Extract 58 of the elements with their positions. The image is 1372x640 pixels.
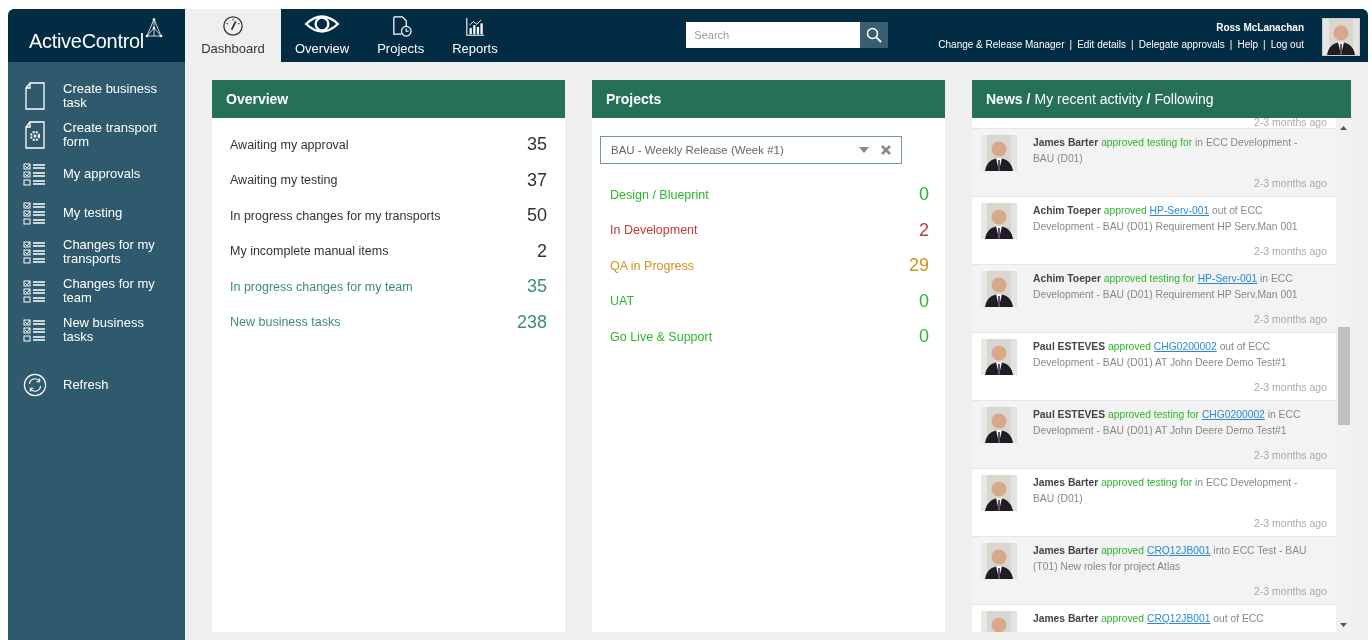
user-link[interactable]: Delegate approvals <box>1138 38 1225 50</box>
separator-text: | <box>1069 38 1073 50</box>
user-role: Change & Release Manager <box>938 38 1065 50</box>
overview-row[interactable]: New business tasks 238 <box>230 304 547 340</box>
news-time: 2-3 months ago <box>1254 312 1327 327</box>
news-time: 2-3 months ago <box>1254 448 1327 463</box>
sidebar-item[interactable]: New business tasks <box>8 310 185 349</box>
nav-tab[interactable]: Projects <box>363 9 439 62</box>
news-link[interactable]: HP-Serv-001 <box>1149 205 1210 216</box>
sidebar-item[interactable]: My approvals <box>8 154 185 193</box>
separator-text: | <box>1229 38 1233 50</box>
news-link[interactable]: CHG0200002 <box>1153 341 1217 352</box>
user-name: Ross McLanachan <box>1216 21 1304 33</box>
user-link[interactable]: Edit details <box>1077 38 1127 50</box>
search-field[interactable]: Search <box>686 22 861 48</box>
panel-header: Projects <box>592 80 945 118</box>
logo-text: ActiveControl <box>28 30 144 53</box>
news-time: 2-3 months ago <box>1254 244 1327 259</box>
news-text: James Barter approved CRQ12JB001 into ECC Test - BAU (T01) New roles for project Atlas <box>1033 544 1308 574</box>
nav-tab[interactable]: Dashboard <box>185 9 281 62</box>
overview-row[interactable]: In progress changes for my transports 50 <box>230 198 547 234</box>
news-time: 2-3 months ago <box>1254 380 1327 395</box>
sidebar-item[interactable]: My testing <box>8 193 185 232</box>
news-text: Achim Toeper approved HP-Serv-001 out of ECC Development - BAU (D01) Requirement HP Serv.Man 001 <box>1033 204 1299 234</box>
news-text: James Barter approved testing for in ECC Development - BAU (D01) <box>1033 476 1299 506</box>
nav-tab[interactable]: Reports <box>438 9 512 62</box>
separator-text: | <box>1263 38 1266 50</box>
news-link[interactable]: CRQ12JB001 <box>1146 613 1211 624</box>
user-link[interactable]: Log out <box>1270 38 1304 50</box>
sidebar-item[interactable]: Changes for my team <box>8 271 185 310</box>
panel-header: Overview <box>212 80 565 118</box>
news-time: 2-3 months ago <box>1254 516 1327 531</box>
project-stage-row[interactable]: In Development 2 <box>600 212 929 248</box>
news-time: 2-3 months ago <box>1254 118 1327 128</box>
sidebar-item[interactable]: Changes for my transports <box>8 232 185 271</box>
overview-row[interactable]: Awaiting my approval 35 <box>230 127 547 163</box>
project-select[interactable]: BAU - Weekly Release (Week #1) <box>600 136 902 164</box>
news-text: Paul ESTEVES approved CHG0200002 out of ECC Development - BAU (D01) AT John Deere Demo Test#1 <box>1033 340 1288 370</box>
news-tab[interactable]: Following <box>1154 91 1214 107</box>
news-text: Achim Toeper approved testing for HP-Serv-001 in ECC Development - BAU (D01) Requirement HP Serv.Man 001 <box>1033 272 1299 302</box>
overview-row[interactable]: My incomplete manual items 2 <box>230 233 547 269</box>
overview-row[interactable]: In progress changes for my team 35 <box>230 269 547 305</box>
news-time: 2-3 months ago <box>1254 584 1327 599</box>
sidebar-item[interactable]: Create transport form <box>8 115 185 154</box>
sidebar-item[interactable]: Create business task <box>8 76 185 115</box>
overview-row[interactable]: Awaiting my testing 37 <box>230 162 547 198</box>
nav-tab[interactable]: Overview <box>281 9 364 62</box>
separator-text: | <box>1131 38 1134 50</box>
separator-text: / <box>1146 91 1151 107</box>
news-text: James Barter approved CRQ12JB001 out of ECC <box>1033 612 1265 626</box>
news-text: James Barter approved testing for in ECC Development - BAU (D01) <box>1033 136 1299 166</box>
news-text: Paul ESTEVES approved testing for CHG0200002 in ECC Development - BAU (D01) AT John Deere Demo Test#1 <box>1033 408 1302 438</box>
separator-text: / <box>1026 91 1031 107</box>
news-tab[interactable]: My recent activity <box>1034 91 1143 107</box>
sidebar-item[interactable]: Refresh <box>8 365 185 404</box>
news-time: 2-3 months ago <box>1254 176 1327 191</box>
user-link[interactable]: Help <box>1237 38 1258 50</box>
news-tab[interactable]: News <box>986 91 1023 107</box>
